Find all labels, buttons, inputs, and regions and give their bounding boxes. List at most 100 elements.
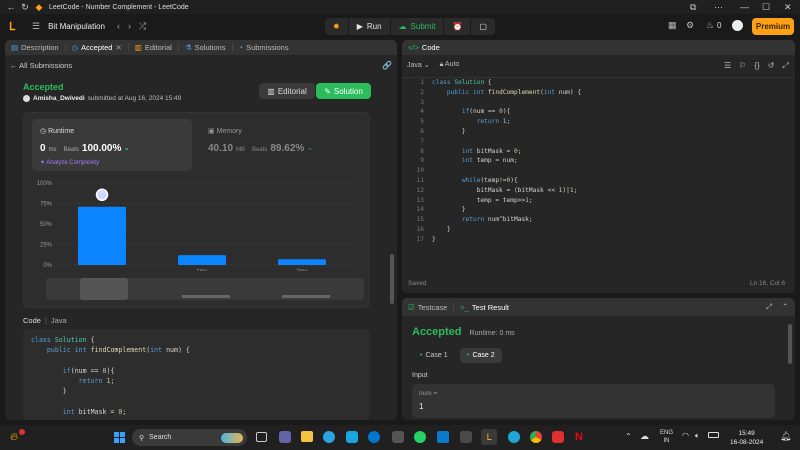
autocomplete-toggle[interactable]: 🔒︎ Auto: [440, 61, 460, 69]
next-problem-icon[interactable]: ›: [128, 21, 131, 31]
leetcode-app-icon[interactable]: ᒪ: [481, 429, 497, 445]
code-line[interactable]: public int findComplement(int num) {: [432, 88, 581, 98]
code-line[interactable]: }: [432, 225, 581, 235]
avatar[interactable]: [732, 20, 743, 31]
tab-solutions[interactable]: ⚗ Solutions: [179, 43, 233, 52]
refresh-icon[interactable]: ↻: [18, 2, 32, 13]
code-line[interactable]: temp = temp>>1;: [432, 196, 581, 206]
format-icon[interactable]: ☰: [724, 61, 731, 71]
chart-bar[interactable]: [78, 206, 126, 265]
timer-button[interactable]: ⏰: [444, 18, 472, 35]
fullscreen-icon[interactable]: ⤢: [782, 61, 788, 71]
tab-testcase[interactable]: ☑ Testcase: [402, 302, 455, 312]
code-line[interactable]: return num^bitMask;: [432, 215, 581, 225]
submit-button[interactable]: ☁ Submit: [391, 18, 445, 35]
share-link-icon[interactable]: 🔗: [382, 61, 392, 70]
chart-bar[interactable]: [178, 255, 226, 265]
collapse-icon[interactable]: ⌃: [782, 302, 788, 311]
volume-icon[interactable]: 🔈︎: [695, 431, 700, 441]
chart-range-scrubber[interactable]: [46, 278, 364, 300]
file-explorer-icon[interactable]: [301, 431, 313, 442]
chart-bar[interactable]: [278, 259, 326, 265]
maximize-icon[interactable]: ☐: [762, 0, 770, 14]
whatsapp-icon[interactable]: [414, 431, 426, 443]
tab-editorial[interactable]: ▥ Editorial: [129, 43, 179, 52]
store-icon[interactable]: [346, 431, 358, 443]
premium-button[interactable]: Premium: [752, 18, 794, 35]
editorial-button[interactable]: ▥ Editorial: [259, 83, 315, 99]
edge-icon[interactable]: [508, 431, 520, 443]
app-icon[interactable]: [460, 431, 472, 443]
code-line[interactable]: bitMask = (bitMask << 1)|1;: [432, 186, 581, 196]
solution-button[interactable]: ✎ Solution: [316, 83, 371, 99]
close-window-icon[interactable]: ✕: [784, 0, 792, 14]
memory-box[interactable]: ▣ Memory 40.10 MB Beats 89.62% ❧: [200, 119, 360, 171]
taskbar-search[interactable]: ⚲ Search: [132, 429, 247, 446]
wifi-icon[interactable]: ◠: [682, 431, 689, 440]
problem-list-title[interactable]: Bit Manipulation: [48, 22, 105, 31]
shuffle-icon[interactable]: ⤮: [139, 21, 146, 32]
prev-problem-icon[interactable]: ‹: [117, 21, 120, 31]
result-scrollbar[interactable]: [788, 324, 792, 364]
username[interactable]: Amisha_Dwivedi: [33, 95, 85, 102]
cloud-icon[interactable]: ☁: [640, 431, 649, 442]
left-panel-scrollbar[interactable]: [390, 254, 394, 304]
dell-icon[interactable]: [368, 431, 380, 443]
run-button[interactable]: ▶ Run: [349, 18, 391, 35]
code-line[interactable]: int temp = num;: [432, 156, 581, 166]
all-submissions-link[interactable]: ← All Submissions: [10, 61, 72, 70]
code-line[interactable]: }: [432, 235, 581, 245]
back-arrow-icon[interactable]: ←: [4, 2, 18, 12]
extensions-icon[interactable]: ⧉: [690, 0, 696, 14]
minimize-icon[interactable]: —: [740, 0, 749, 14]
app-icon[interactable]: [392, 431, 404, 443]
language-selector[interactable]: Java ⌄: [407, 61, 430, 69]
language-indicator[interactable]: ENG IN: [660, 429, 673, 445]
reset-icon[interactable]: ↺: [768, 61, 775, 71]
code-line[interactable]: [432, 98, 581, 108]
tab-description[interactable]: ▤ Description: [5, 43, 66, 52]
case-2-button[interactable]: • Case 2: [460, 348, 502, 363]
tab-code[interactable]: </> Code: [402, 43, 446, 52]
code-line[interactable]: }: [432, 127, 581, 137]
expand-icon[interactable]: ⤢: [766, 302, 772, 312]
task-view-icon[interactable]: [256, 432, 267, 442]
tray-chevron-icon[interactable]: ⌃: [625, 432, 632, 441]
vscode-icon[interactable]: [437, 431, 449, 443]
debug-button[interactable]: ✹: [325, 18, 349, 35]
code-line[interactable]: int bitMask = 0;: [432, 147, 581, 157]
teams-icon[interactable]: [279, 431, 291, 443]
code-line[interactable]: [432, 137, 581, 147]
code-line[interactable]: [432, 166, 581, 176]
tab-submissions[interactable]: ◔ Submissions: [233, 43, 295, 52]
notifications-bell-icon[interactable]: 🔔︎: [780, 431, 791, 442]
telegram-icon[interactable]: [323, 431, 335, 443]
weather-widget-icon[interactable]: 🔥︎: [10, 431, 18, 444]
scrubber-handle[interactable]: [80, 278, 128, 300]
code-editor-text[interactable]: class Solution { public int findCompleme…: [432, 78, 581, 245]
runtime-box[interactable]: ◷ Runtime 0 ms Beats 100.00% ❧ ✦ Analyze…: [32, 119, 192, 171]
layout-icon[interactable]: ▦: [668, 20, 677, 31]
netflix-icon[interactable]: N: [575, 431, 587, 443]
code-line[interactable]: return 1;: [432, 117, 581, 127]
bookmark-icon[interactable]: ⚐: [739, 61, 746, 71]
leetcode-logo-icon[interactable]: ᒪ: [9, 20, 19, 33]
code-line[interactable]: class Solution {: [432, 78, 581, 88]
browser-menu-icon[interactable]: ⋯: [714, 0, 723, 14]
tab-test-result[interactable]: >_ Test Result: [454, 303, 515, 312]
battery-icon[interactable]: [708, 432, 719, 438]
code-line[interactable]: if(num == 0){: [432, 107, 581, 117]
code-line[interactable]: }: [432, 205, 581, 215]
chrome-icon[interactable]: [530, 431, 542, 443]
streak-fire-icon[interactable]: ♨: [706, 20, 714, 31]
code-line[interactable]: while(temp!=0){: [432, 176, 581, 186]
close-tab-icon[interactable]: ✕: [115, 43, 121, 52]
analyze-complexity-link[interactable]: ✦ Analyze Complexity: [40, 159, 99, 166]
case-1-button[interactable]: • Case 1: [414, 348, 454, 363]
windows-start-icon[interactable]: [114, 432, 125, 443]
app-icon[interactable]: [552, 431, 564, 443]
notes-button[interactable]: ▢: [471, 18, 495, 35]
braces-icon[interactable]: {}: [754, 61, 759, 71]
tab-accepted[interactable]: ◷ Accepted ✕: [66, 43, 129, 52]
clock[interactable]: 15:49 16-08-2024: [730, 429, 763, 447]
